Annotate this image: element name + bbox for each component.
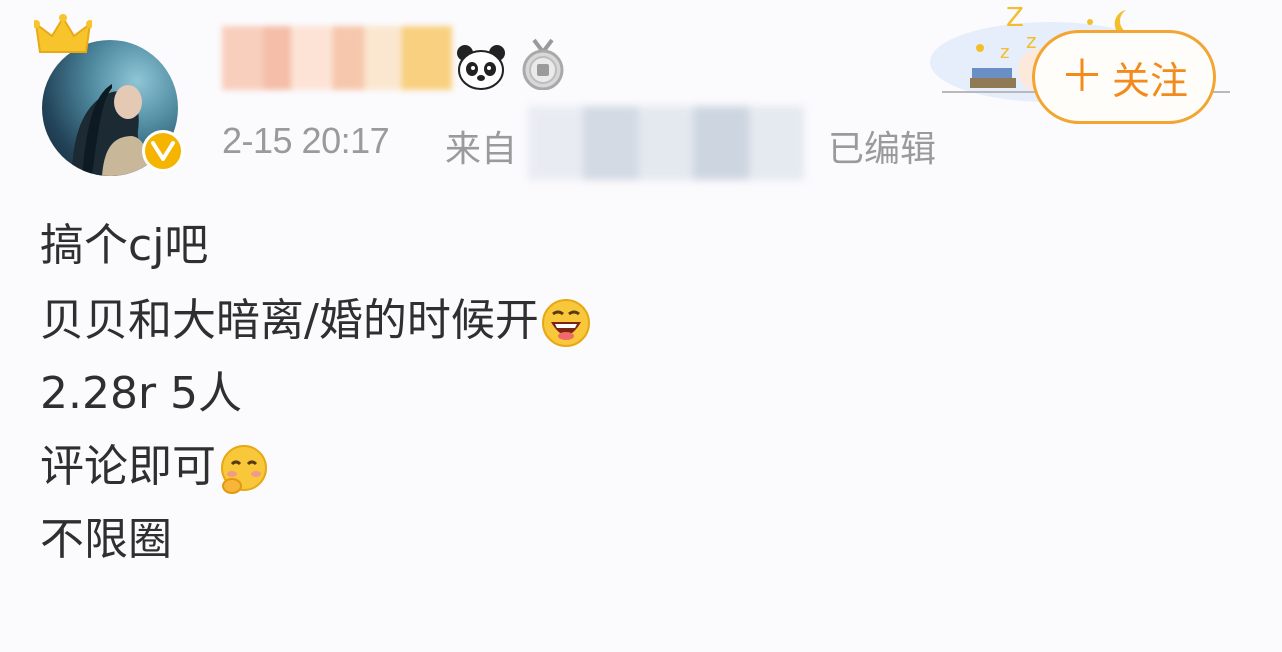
- post-text: 评论即可: [40, 441, 216, 492]
- avatar-container[interactable]: [34, 14, 184, 176]
- post-text: 不限圈: [40, 514, 172, 565]
- plus-icon: ＋: [1059, 51, 1104, 102]
- post-line-4: 评论即可: [40, 444, 268, 494]
- post-text: 2.28r 5人: [40, 368, 243, 419]
- post-line-2: 贝贝和大暗离/婚的时候开: [40, 298, 591, 348]
- source-label: 来自: [445, 129, 518, 170]
- username-blurred[interactable]: [222, 26, 452, 90]
- laughing-emoji-icon: [541, 299, 590, 347]
- post-line-5: 不限圈: [40, 518, 172, 562]
- post-line-3: 2.28r 5人: [40, 372, 242, 416]
- edited-label[interactable]: 已编辑: [828, 120, 936, 172]
- crown-icon: [34, 14, 92, 53]
- svg-text:z: z: [1000, 42, 1009, 63]
- post-text: 贝贝和大暗离/婚的时候开: [40, 295, 539, 346]
- source-blurred: [528, 106, 804, 180]
- post-line-1: 搞个cj吧: [40, 224, 208, 268]
- follow-label: 关注: [1111, 58, 1188, 103]
- medal-badge-icon[interactable]: [520, 38, 566, 90]
- post-time: 2-15 20:17: [222, 120, 390, 161]
- verified-badge-icon: [142, 130, 184, 172]
- post-text: 搞个cj吧: [40, 220, 209, 271]
- follow-button[interactable]: ＋ 关注: [1032, 30, 1216, 124]
- panda-badge-icon[interactable]: [456, 44, 506, 90]
- svg-text:Z: Z: [1006, 3, 1024, 33]
- shy-emoji-icon: [221, 445, 267, 494]
